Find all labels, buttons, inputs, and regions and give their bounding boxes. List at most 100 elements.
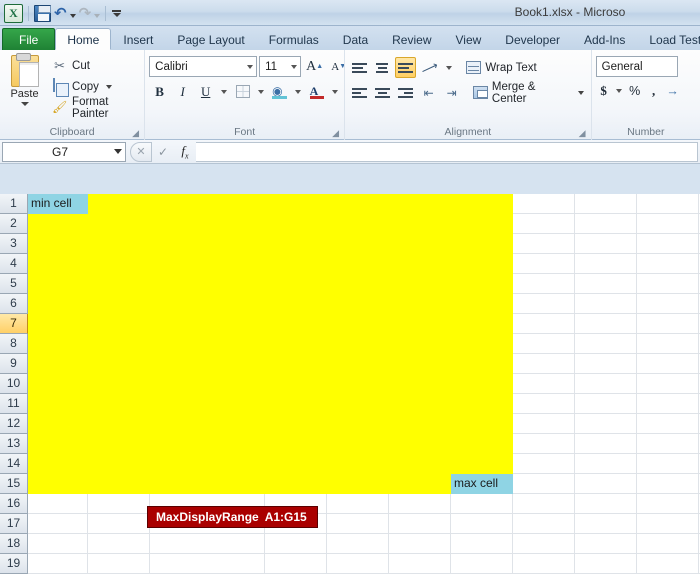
cell-G11[interactable]	[451, 394, 513, 414]
cell-C3[interactable]	[150, 234, 265, 254]
increase-indent-button[interactable]: ⇥	[441, 82, 462, 103]
cell-D13[interactable]	[265, 434, 327, 454]
chevron-down-icon[interactable]	[20, 102, 29, 106]
cell-I4[interactable]	[575, 254, 637, 274]
tab-load-test[interactable]: Load Test	[637, 28, 700, 50]
cell-G4[interactable]	[451, 254, 513, 274]
cell-I18[interactable]	[575, 534, 637, 554]
font-name-combobox[interactable]: Calibri	[149, 56, 258, 77]
cell-J17[interactable]	[637, 514, 699, 534]
cell-E4[interactable]	[327, 254, 389, 274]
cell-D5[interactable]	[265, 274, 327, 294]
cell-B2[interactable]	[88, 214, 150, 234]
cell-B13[interactable]	[88, 434, 150, 454]
paste-button[interactable]: Paste	[4, 53, 45, 106]
cell-H18[interactable]	[513, 534, 575, 554]
cell-J12[interactable]	[637, 414, 699, 434]
currency-button[interactable]: $	[596, 81, 612, 101]
cell-F1[interactable]	[389, 194, 451, 214]
chevron-down-icon[interactable]	[114, 149, 122, 154]
cell-A6[interactable]	[28, 294, 88, 314]
tab-view[interactable]: View	[444, 28, 494, 50]
cell-C14[interactable]	[150, 454, 265, 474]
cell-G12[interactable]	[451, 414, 513, 434]
cell-B12[interactable]	[88, 414, 150, 434]
increase-decimal-button[interactable]: →	[665, 81, 681, 101]
cell-A4[interactable]	[28, 254, 88, 274]
cell-J1[interactable]	[637, 194, 699, 214]
cell-H13[interactable]	[513, 434, 575, 454]
cell-C15[interactable]	[150, 474, 265, 494]
row-header-14[interactable]: 14	[0, 454, 28, 474]
cell-D2[interactable]	[265, 214, 327, 234]
cell-G16[interactable]	[451, 494, 513, 514]
cell-I16[interactable]	[575, 494, 637, 514]
cell-A9[interactable]	[28, 354, 88, 374]
cell-E11[interactable]	[327, 394, 389, 414]
cell-J13[interactable]	[637, 434, 699, 454]
font-color-dropdown-icon[interactable]	[329, 81, 341, 102]
cell-D8[interactable]	[265, 334, 327, 354]
formula-input[interactable]	[196, 141, 698, 162]
cell-F6[interactable]	[389, 294, 451, 314]
cell-A11[interactable]	[28, 394, 88, 414]
row-header-6[interactable]: 6	[0, 294, 28, 314]
align-top-button[interactable]	[349, 57, 370, 78]
cell-H12[interactable]	[513, 414, 575, 434]
cell-A8[interactable]	[28, 334, 88, 354]
cell-H14[interactable]	[513, 454, 575, 474]
font-color-button[interactable]: A	[306, 81, 327, 102]
cell-J9[interactable]	[637, 354, 699, 374]
cell-A17[interactable]	[28, 514, 88, 534]
cell-I13[interactable]	[575, 434, 637, 454]
cell-G3[interactable]	[451, 234, 513, 254]
enter-formula-icon[interactable]: ✓	[152, 142, 174, 162]
row-header-18[interactable]: 18	[0, 534, 28, 554]
cell-F5[interactable]	[389, 274, 451, 294]
chevron-down-icon[interactable]	[105, 84, 112, 89]
cell-E15[interactable]	[327, 474, 389, 494]
cell-I1[interactable]	[575, 194, 637, 214]
orientation-button[interactable]: ⟶	[418, 57, 441, 78]
cell-H15[interactable]	[513, 474, 575, 494]
cell-A5[interactable]	[28, 274, 88, 294]
cell-D12[interactable]	[265, 414, 327, 434]
cell-F3[interactable]	[389, 234, 451, 254]
cell-G8[interactable]	[451, 334, 513, 354]
chevron-down-icon[interactable]	[247, 64, 254, 69]
name-box[interactable]: G7	[2, 141, 126, 162]
cell-C1[interactable]	[150, 194, 265, 214]
cell-H11[interactable]	[513, 394, 575, 414]
chevron-down-icon[interactable]	[577, 90, 584, 95]
cell-E7[interactable]	[327, 314, 389, 334]
cell-D15[interactable]	[265, 474, 327, 494]
cell-C6[interactable]	[150, 294, 265, 314]
cell-I7[interactable]	[575, 314, 637, 334]
underline-button[interactable]: U	[195, 81, 216, 102]
cell-G5[interactable]	[451, 274, 513, 294]
cell-H9[interactable]	[513, 354, 575, 374]
borders-button[interactable]	[232, 81, 253, 102]
copy-button[interactable]: Copy	[49, 77, 140, 96]
cell-H16[interactable]	[513, 494, 575, 514]
cell-J6[interactable]	[637, 294, 699, 314]
cell-F15[interactable]	[389, 474, 451, 494]
cell-I11[interactable]	[575, 394, 637, 414]
row-header-3[interactable]: 3	[0, 234, 28, 254]
cell-I10[interactable]	[575, 374, 637, 394]
cell-J3[interactable]	[637, 234, 699, 254]
cell-F11[interactable]	[389, 394, 451, 414]
cell-G1[interactable]	[451, 194, 513, 214]
cell-B3[interactable]	[88, 234, 150, 254]
fill-color-dropdown-icon[interactable]	[292, 81, 304, 102]
cell-J19[interactable]	[637, 554, 699, 574]
cell-C12[interactable]	[150, 414, 265, 434]
cell-H2[interactable]	[513, 214, 575, 234]
comma-button[interactable]: ,	[646, 81, 662, 101]
number-format-combobox[interactable]: General	[595, 56, 678, 77]
cell-B5[interactable]	[88, 274, 150, 294]
row-header-10[interactable]: 10	[0, 374, 28, 394]
cell-F16[interactable]	[389, 494, 451, 514]
cell-E2[interactable]	[327, 214, 389, 234]
row-header-2[interactable]: 2	[0, 214, 28, 234]
